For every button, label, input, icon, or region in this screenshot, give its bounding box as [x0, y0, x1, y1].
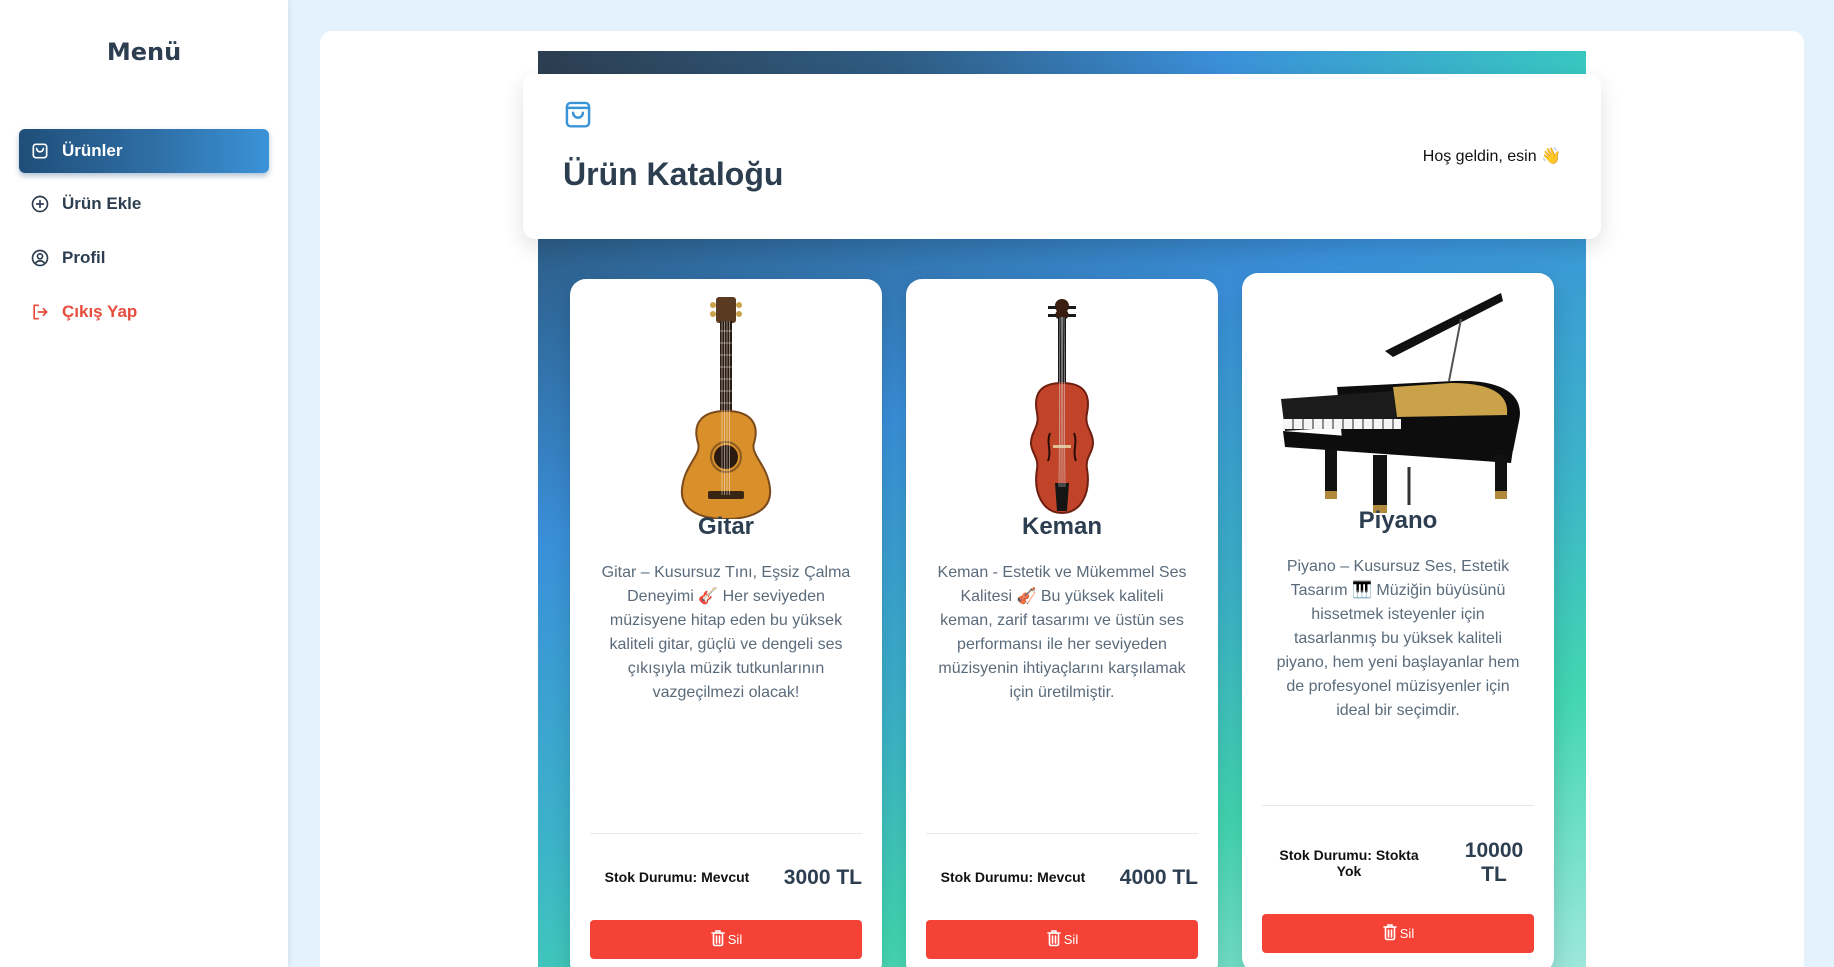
sidebar-item-label: Profil [62, 248, 106, 267]
stock-status: Stok Durumu: Mevcut [940, 869, 1086, 885]
product-card: Keman Keman - Estetik ve Mükemmel Ses Ka… [906, 279, 1218, 967]
sidebar: Menü Ürünler Ürün Ekle Profil Çıkış Yap [0, 0, 288, 967]
trash-icon [1046, 929, 1062, 950]
violin-image [906, 297, 1218, 519]
delete-button-label: Sil [1063, 932, 1079, 947]
delete-button-label: Sil [727, 932, 743, 947]
stock-status: Stok Durumu: Mevcut [604, 869, 750, 885]
page-header: Ürün Kataloğu Hoş geldin, esin 👋 [523, 74, 1601, 239]
user-circle-icon [30, 248, 50, 268]
plus-circle-icon [30, 194, 50, 214]
page-title: Ürün Kataloğu [563, 156, 784, 192]
sidebar-item-label: Çıkış Yap [62, 302, 138, 321]
sidebar-item-products[interactable]: Ürünler [19, 129, 269, 173]
welcome-message: Hoş geldin, esin 👋 [1422, 148, 1561, 165]
sidebar-item-profile[interactable]: Profil [19, 236, 269, 280]
card-divider [926, 833, 1198, 834]
shopping-bag-icon [30, 141, 50, 161]
card-divider [590, 833, 862, 834]
sidebar-item-label: Ürünler [62, 141, 123, 160]
product-price: 3000 TL [783, 866, 862, 889]
shopping-bag-icon [563, 98, 593, 130]
sidebar-item-add-product[interactable]: Ürün Ekle [19, 182, 269, 226]
delete-button[interactable]: Sil [926, 920, 1198, 959]
product-name: Gitar [697, 513, 754, 540]
product-price: 10000 TL [1464, 839, 1524, 886]
product-description: Keman - Estetik ve Mükemmel Ses Kalitesi… [937, 564, 1187, 701]
product-price: 4000 TL [1119, 866, 1198, 889]
logout-icon [30, 302, 50, 322]
sidebar-title: Menü [106, 38, 182, 66]
product-name: Keman [1021, 513, 1103, 540]
sidebar-item-label: Ürün Ekle [62, 194, 142, 213]
product-name: Piyano [1358, 507, 1438, 534]
stock-status: Stok Durumu: Stokta Yok [1279, 847, 1419, 879]
trash-icon [710, 929, 726, 950]
product-card: Gitar Gitar – Kusursuz Tını, Eşsiz Çalma… [570, 279, 882, 967]
trash-icon [1382, 923, 1398, 944]
delete-button[interactable]: Sil [1262, 914, 1534, 953]
guitar-image [570, 297, 882, 519]
product-description: Gitar – Kusursuz Tını, Eşsiz Çalma Deney… [601, 564, 851, 701]
delete-button[interactable]: Sil [590, 920, 862, 959]
product-card: Piyano Piyano – Kusursuz Ses, Estetik Ta… [1242, 273, 1554, 967]
sidebar-item-logout[interactable]: Çıkış Yap [19, 290, 269, 334]
delete-button-label: Sil [1399, 926, 1415, 941]
piano-image [1242, 291, 1554, 513]
product-description: Piyano – Kusursuz Ses, Estetik Tasarım 🎹… [1276, 558, 1520, 719]
card-divider [1262, 805, 1534, 806]
